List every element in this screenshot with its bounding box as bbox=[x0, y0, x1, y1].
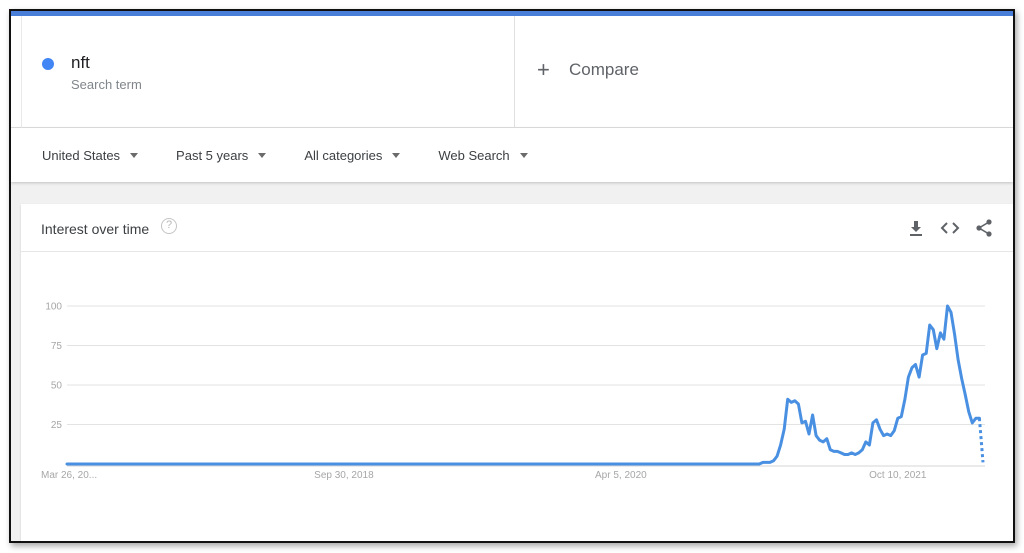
compare-label: Compare bbox=[569, 60, 639, 79]
term-subtitle: Search term bbox=[71, 77, 142, 92]
search-terms-panel: nft Search term + Compare bbox=[11, 16, 1013, 128]
x-tick-label: Mar 26, 20... bbox=[41, 470, 97, 481]
filter-category-label: All categories bbox=[304, 147, 383, 163]
filter-search-type-label: Web Search bbox=[438, 147, 510, 163]
caret-down-icon bbox=[130, 152, 139, 158]
term-color-dot bbox=[42, 58, 54, 70]
caret-down-icon bbox=[258, 152, 267, 158]
trends-window: nft Search term + Compare United States … bbox=[9, 9, 1015, 543]
plus-icon: + bbox=[537, 57, 550, 82]
filter-time-range-label: Past 5 years bbox=[176, 147, 249, 163]
caret-down-icon bbox=[519, 152, 528, 158]
term-name[interactable]: nft bbox=[71, 53, 90, 73]
x-tick-label: Apr 5, 2020 bbox=[595, 470, 647, 481]
filter-search-type[interactable]: Web Search bbox=[438, 147, 528, 163]
caret-down-icon bbox=[392, 152, 401, 158]
search-term-card[interactable]: nft Search term bbox=[21, 16, 515, 128]
filter-region[interactable]: United States bbox=[42, 147, 139, 163]
filter-bar: United States Past 5 years All categorie… bbox=[11, 128, 1013, 182]
filter-category[interactable]: All categories bbox=[304, 147, 401, 163]
interest-over-time-card: Interest over time ? 25 50 75 100 Mar 26, 20… bbox=[21, 204, 1013, 541]
interest-chart: 25 50 75 100 Mar 26, 20... Sep 30, 2018 Apr 5,… bbox=[41, 302, 985, 481]
y-tick-label: 100 bbox=[45, 302, 62, 313]
y-tick-label: 50 bbox=[51, 381, 63, 392]
x-tick-label: Sep 30, 2018 bbox=[314, 470, 374, 481]
compare-button[interactable]: + Compare bbox=[537, 57, 639, 82]
x-tick-label: Oct 10, 2021 bbox=[869, 470, 927, 481]
filter-region-label: United States bbox=[42, 147, 121, 163]
filter-time-range[interactable]: Past 5 years bbox=[176, 147, 267, 163]
y-tick-label: 75 bbox=[51, 341, 63, 352]
y-tick-label: 25 bbox=[51, 420, 63, 431]
